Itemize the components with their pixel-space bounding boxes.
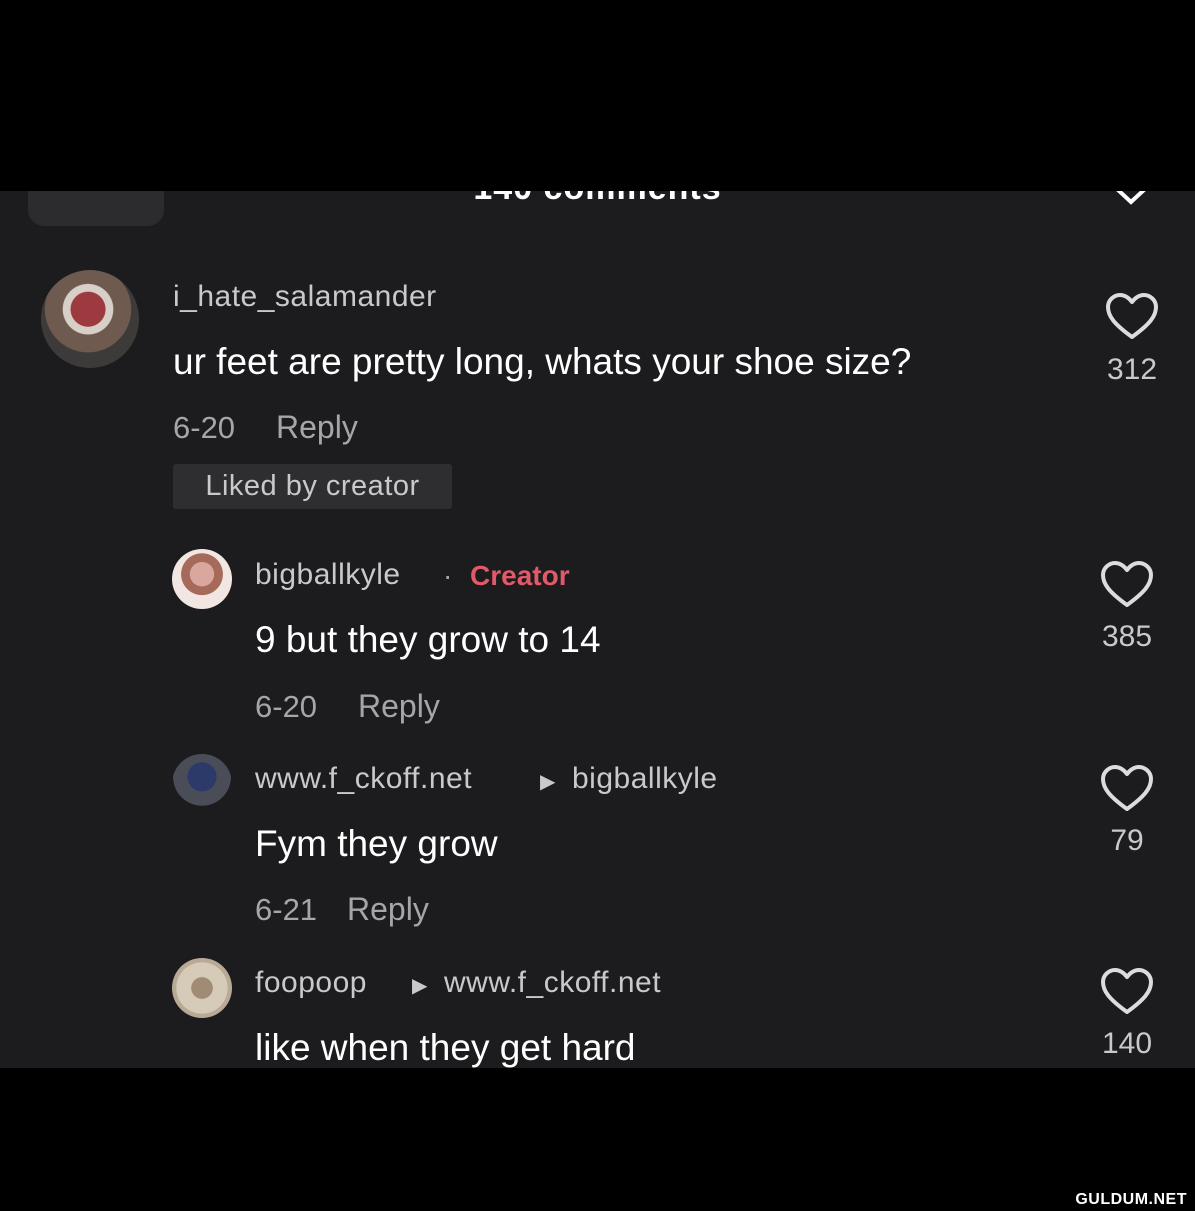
avatar[interactable]	[41, 270, 139, 368]
heart-icon[interactable]	[1104, 292, 1160, 342]
comment-date: 6-21	[255, 892, 318, 927]
comment-username[interactable]: bigballkyle	[255, 558, 401, 592]
comment-username[interactable]: foopoop	[255, 966, 367, 1000]
like-count: 312	[1106, 353, 1158, 386]
reply-arrow-icon: ▶	[540, 771, 556, 793]
comment-text: Fym they grow	[255, 823, 498, 864]
like-count: 79	[1110, 824, 1144, 857]
comment-text: ur feet are pretty long, whats your shoe…	[173, 341, 912, 382]
liked-by-creator-badge: Liked by creator	[173, 464, 452, 509]
comment-date: 6-20	[173, 410, 236, 445]
reply-button[interactable]: Reply	[276, 409, 358, 446]
avatar[interactable]	[172, 958, 232, 1018]
comment-date: 6-20	[255, 689, 318, 724]
heart-icon[interactable]	[1099, 560, 1155, 610]
reply-arrow-icon: ▶	[412, 975, 428, 997]
comments-count-title: 140 comments	[0, 191, 1195, 208]
comment-text: 9 but they grow to 14	[255, 619, 601, 660]
close-icon[interactable]	[1114, 191, 1148, 209]
heart-icon[interactable]	[1099, 764, 1155, 814]
reply-button[interactable]: Reply	[358, 688, 440, 725]
avatar[interactable]	[172, 549, 232, 609]
creator-label: Creator	[470, 560, 570, 591]
reply-to-username[interactable]: www.f_ckoff.net	[444, 966, 661, 1000]
like-count: 140	[1101, 1027, 1153, 1060]
watermark: GULDUM.NET	[1075, 1191, 1187, 1208]
separator-dot: ·	[443, 560, 453, 591]
heart-icon[interactable]	[1099, 967, 1155, 1017]
avatar[interactable]	[172, 754, 232, 814]
reply-button[interactable]: Reply	[347, 891, 429, 928]
comments-panel: 140 comments i_hate_salamander ur feet a…	[0, 191, 1195, 1068]
comment-username[interactable]: www.f_ckoff.net	[255, 762, 472, 796]
comment-username[interactable]: i_hate_salamander	[173, 280, 437, 314]
reply-to-username[interactable]: bigballkyle	[572, 762, 718, 796]
comment-text: like when they get hard	[255, 1027, 636, 1068]
like-count: 385	[1101, 620, 1153, 653]
